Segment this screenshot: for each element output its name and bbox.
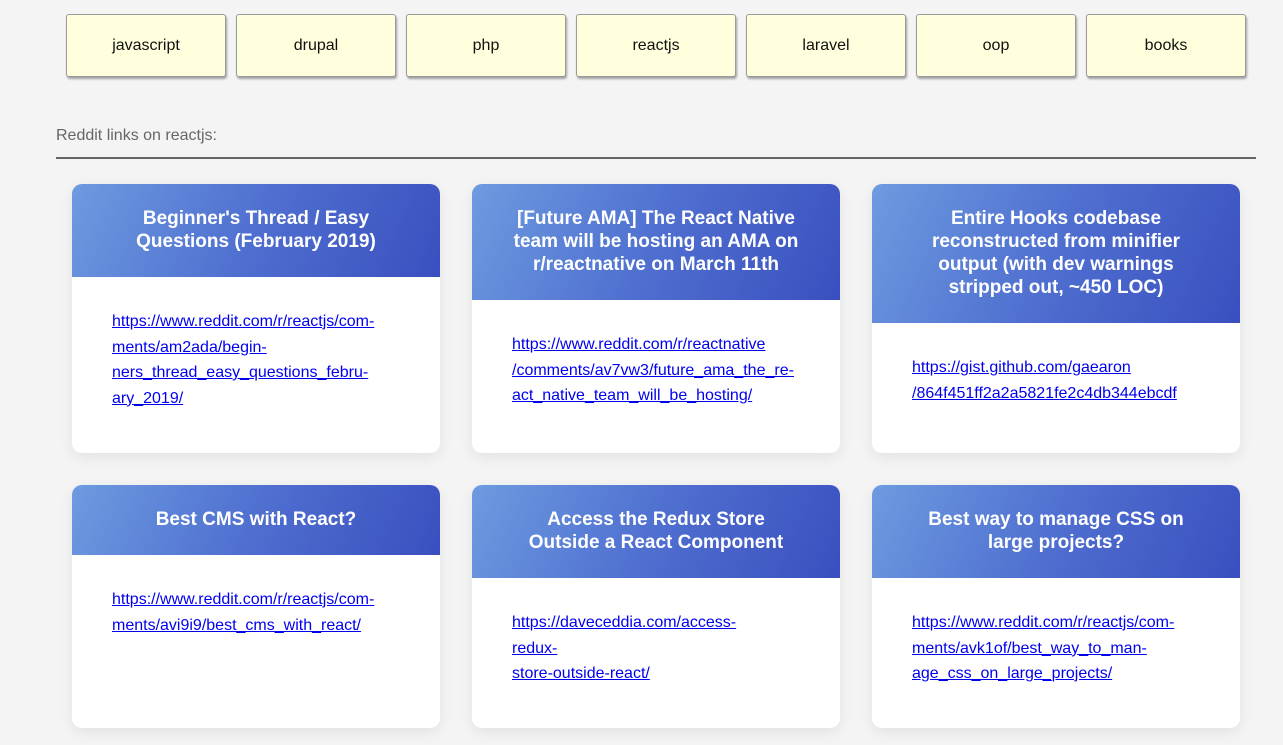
topic-button-drupal[interactable]: drupal — [236, 14, 396, 77]
link-card: Beginner's Thread / Easy Questions (Febr… — [72, 184, 440, 453]
card-link-line: /comments/av7vw3/future_ama_the_re- — [512, 361, 794, 379]
link-card-grid: Beginner's Thread / Easy Questions (Febr… — [72, 184, 1240, 728]
card-body: https://www.reddit.com/r/reactjs/com- me… — [72, 277, 440, 431]
card-link-line: /864f451ff2a2a5821fe2c4db344ebcdf — [912, 384, 1177, 402]
card-link-line: ments/avk1of/best_way_to_man- — [912, 639, 1147, 657]
link-card: Entire Hooks codebase reconstructed from… — [872, 184, 1240, 453]
topic-bar: javascript drupal php reactjs laravel oo… — [66, 14, 1246, 77]
card-body: https://www.reddit.com/r/reactjs/com- me… — [72, 555, 440, 658]
card-link-line: age_css_on_large_projects/ — [912, 665, 1113, 682]
card-title: [Future AMA] The React Native team will … — [472, 184, 840, 300]
card-link-line: https://daveceddia.com/access-redux- — [512, 614, 737, 657]
card-link[interactable]: https://daveceddia.com/access-redux- sto… — [512, 610, 776, 687]
card-link-line: ments/avi9i9/best_cms_with_react/ — [112, 616, 361, 634]
card-link[interactable]: https://gist.github.com/gaearon /864f451… — [912, 355, 1202, 406]
card-link-line: ments/am2ada/begin- — [112, 338, 267, 356]
section-title: Reddit links on reactjs: — [56, 127, 1256, 159]
card-link-line: act_native_team_will_be_hosting/ — [512, 387, 753, 404]
card-link[interactable]: https://www.reddit.com/r/reactjs/com- me… — [112, 587, 376, 638]
card-title: Entire Hooks codebase reconstructed from… — [872, 184, 1240, 323]
card-body: https://daveceddia.com/access-redux- sto… — [472, 578, 840, 707]
topic-button-books[interactable]: books — [1086, 14, 1246, 77]
card-link-line: ary_2019/ — [112, 389, 184, 407]
card-link-line: https://www.reddit.com/r/reactjs/com- — [112, 313, 375, 330]
topic-button-reactjs[interactable]: reactjs — [576, 14, 736, 77]
card-title: Access the Redux Store Outside a React C… — [472, 485, 840, 578]
topic-button-javascript[interactable]: javascript — [66, 14, 226, 77]
card-title: Beginner's Thread / Easy Questions (Febr… — [72, 184, 440, 277]
link-card: [Future AMA] The React Native team will … — [472, 184, 840, 453]
card-link-line: https://www.reddit.com/r/reactnative — [512, 336, 766, 353]
page: javascript drupal php reactjs laravel oo… — [0, 0, 1283, 745]
card-link-line: store-outside-react/ — [512, 665, 650, 682]
card-link[interactable]: https://www.reddit.com/r/reactnative /co… — [512, 332, 802, 409]
card-link[interactable]: https://www.reddit.com/r/reactjs/com- me… — [112, 309, 376, 411]
card-link-line: https://gist.github.com/gaearon — [912, 359, 1131, 376]
link-card: Best way to manage CSS on large projects… — [872, 485, 1240, 728]
card-link-line: https://www.reddit.com/r/reactjs/com- — [912, 614, 1175, 631]
card-link-line: ners_thread_easy_questions_febru- — [112, 364, 369, 381]
card-body: https://www.reddit.com/r/reactjs/com- me… — [872, 578, 1240, 707]
card-link[interactable]: https://www.reddit.com/r/reactjs/com- me… — [912, 610, 1176, 687]
card-body: https://gist.github.com/gaearon /864f451… — [872, 323, 1240, 426]
topic-button-oop[interactable]: oop — [916, 14, 1076, 77]
topic-button-laravel[interactable]: laravel — [746, 14, 906, 77]
card-title: Best CMS with React? — [72, 485, 440, 555]
card-link-line: https://www.reddit.com/r/reactjs/com- — [112, 591, 375, 608]
link-card: Access the Redux Store Outside a React C… — [472, 485, 840, 728]
card-title: Best way to manage CSS on large projects… — [872, 485, 1240, 578]
topic-button-php[interactable]: php — [406, 14, 566, 77]
link-card: Best CMS with React? https://www.reddit.… — [72, 485, 440, 728]
card-body: https://www.reddit.com/r/reactnative /co… — [472, 300, 840, 429]
